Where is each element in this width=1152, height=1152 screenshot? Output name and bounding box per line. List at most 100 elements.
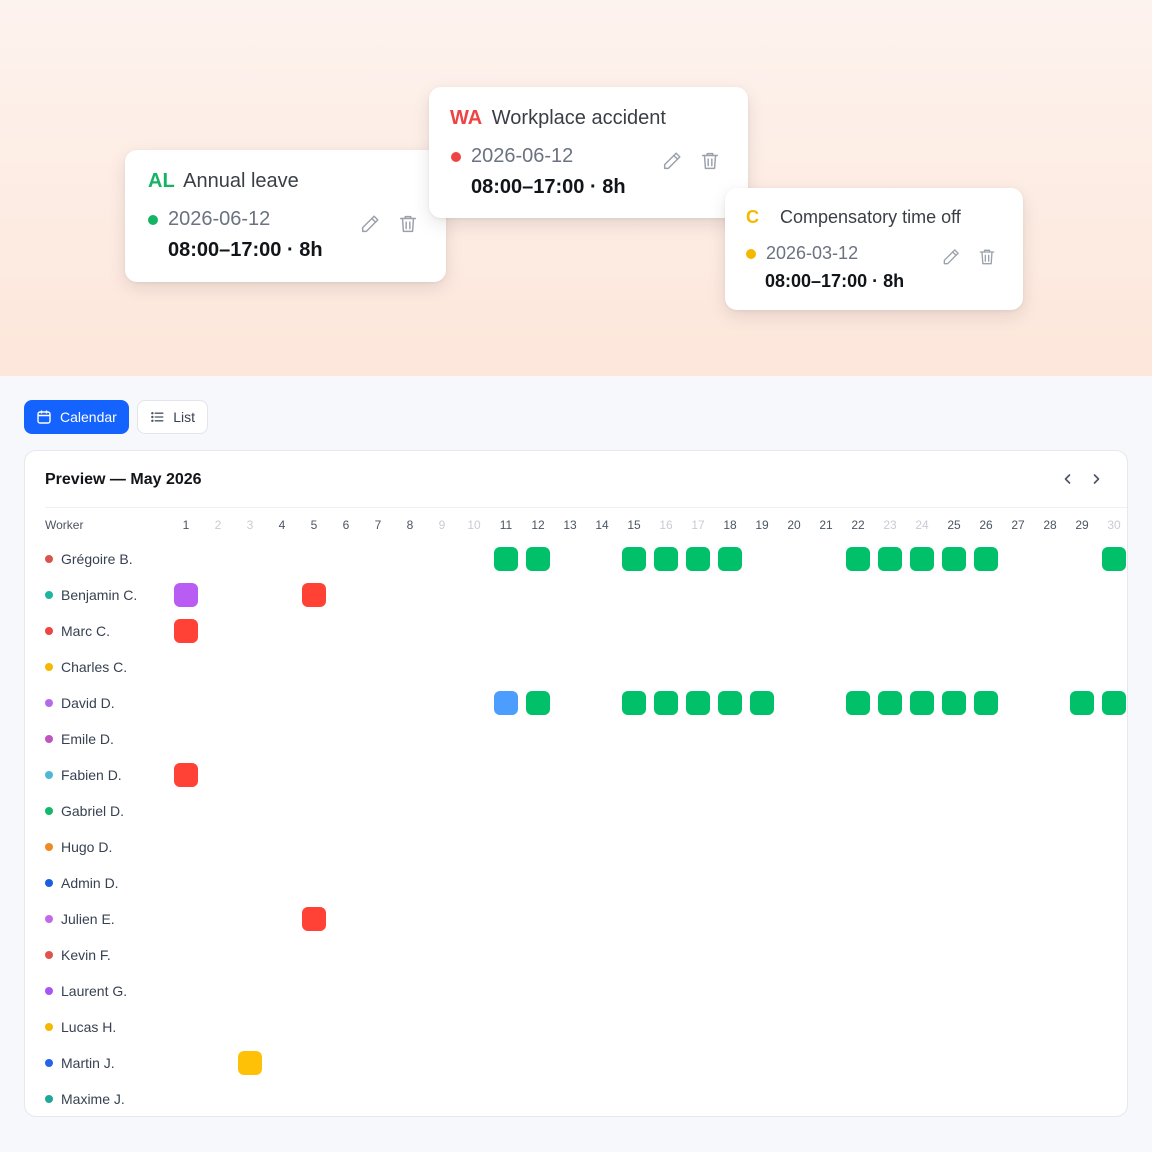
list-view-label: List [173, 409, 195, 425]
worker-row: Martin J. [25, 1045, 1127, 1081]
worker-row: Kevin F. [25, 937, 1127, 973]
day-label-13: 13 [563, 518, 577, 532]
absence-cell-day-24[interactable] [910, 691, 934, 715]
absence-cell-day-30[interactable] [1102, 547, 1126, 571]
chevron-right-icon[interactable] [1086, 469, 1106, 489]
chevron-left-icon[interactable] [1058, 469, 1078, 489]
day-label-16: 16 [659, 518, 673, 532]
absence-cell-day-11[interactable] [494, 547, 518, 571]
trash-icon[interactable] [699, 150, 721, 172]
worker-row: Fabien D. [25, 757, 1127, 793]
absence-cell-day-12[interactable] [526, 691, 550, 715]
absence-cell-day-12[interactable] [526, 547, 550, 571]
absence-cell-day-29[interactable] [1070, 691, 1094, 715]
worker-row: Marc C. [25, 613, 1127, 649]
day-label-22: 22 [851, 518, 865, 532]
absence-cell-day-16[interactable] [654, 547, 678, 571]
absence-cell-day-17[interactable] [686, 691, 710, 715]
worker-name: Grégoire B. [61, 551, 133, 567]
absence-code: AL [148, 170, 175, 192]
worker-color-dot [45, 951, 53, 959]
worker-color-dot [45, 1023, 53, 1031]
calendar-view-button[interactable]: Calendar [24, 400, 129, 434]
worker-color-dot [45, 879, 53, 887]
day-label-7: 7 [374, 518, 382, 532]
absence-cell-day-1[interactable] [174, 763, 198, 787]
worker-name: Hugo D. [61, 839, 113, 855]
worker-color-dot [45, 591, 53, 599]
absence-cell-day-3[interactable] [238, 1051, 262, 1075]
day-label-9: 9 [438, 518, 446, 532]
day-label-3: 3 [246, 518, 254, 532]
worker-name: Emile D. [61, 731, 114, 747]
absence-cell-day-22[interactable] [846, 691, 870, 715]
worker-color-dot [45, 627, 53, 635]
absence-cell-day-23[interactable] [878, 547, 902, 571]
worker-name: Marc C. [61, 623, 110, 639]
absence-cell-day-11[interactable] [494, 691, 518, 715]
worker-row: Charles C. [25, 649, 1127, 685]
pencil-icon[interactable] [941, 247, 961, 267]
absence-cell-day-25[interactable] [942, 547, 966, 571]
trash-icon[interactable] [977, 247, 997, 267]
absence-cell-day-26[interactable] [974, 691, 998, 715]
absence-cell-day-5[interactable] [302, 907, 326, 931]
absence-cell-day-18[interactable] [718, 547, 742, 571]
worker-name: Fabien D. [61, 767, 122, 783]
trash-icon[interactable] [397, 213, 419, 235]
day-label-11: 11 [499, 518, 513, 532]
day-label-5: 5 [310, 518, 318, 532]
day-label-18: 18 [723, 518, 737, 532]
absence-cell-day-22[interactable] [846, 547, 870, 571]
day-label-20: 20 [787, 518, 801, 532]
pencil-icon[interactable] [359, 213, 381, 235]
day-label-25: 25 [947, 518, 961, 532]
worker-row: Hugo D. [25, 829, 1127, 865]
absence-cell-day-1[interactable] [174, 619, 198, 643]
absence-cell-day-23[interactable] [878, 691, 902, 715]
day-label-4: 4 [278, 518, 286, 532]
worker-name: Maxime J. [61, 1091, 125, 1107]
absence-code: C [746, 207, 759, 227]
day-label-6: 6 [342, 518, 350, 532]
card-title: C Compensatory time off [746, 207, 961, 228]
absence-cell-day-26[interactable] [974, 547, 998, 571]
absence-cell-day-15[interactable] [622, 691, 646, 715]
day-label-12: 12 [531, 518, 545, 532]
pencil-icon[interactable] [661, 150, 683, 172]
worker-row: Laurent G. [25, 973, 1127, 1009]
absence-card-workplace-accident: WA Workplace accident 2026-06-12 08:00–1… [429, 87, 748, 218]
card-date: 2026-06-12 [451, 145, 573, 168]
worker-name: Charles C. [61, 659, 128, 675]
absence-cell-day-30[interactable] [1102, 691, 1126, 715]
worker-name: Martin J. [61, 1055, 115, 1071]
day-label-23: 23 [883, 518, 897, 532]
worker-name: Gabriel D. [61, 803, 125, 819]
absence-cell-day-1[interactable] [174, 583, 198, 607]
worker-color-dot [45, 699, 53, 707]
absence-cell-day-5[interactable] [302, 583, 326, 607]
worker-color-dot [45, 735, 53, 743]
worker-name: Benjamin C. [61, 587, 138, 603]
absence-cell-day-18[interactable] [718, 691, 742, 715]
absence-cell-day-24[interactable] [910, 547, 934, 571]
worker-row: Grégoire B. [25, 541, 1127, 577]
day-label-17: 17 [691, 518, 705, 532]
status-dot [148, 214, 158, 225]
calendar-icon [37, 410, 51, 424]
absence-cell-day-15[interactable] [622, 547, 646, 571]
status-dot [451, 151, 461, 162]
absence-cell-day-16[interactable] [654, 691, 678, 715]
worker-name: Julien E. [61, 911, 115, 927]
worker-name: Lucas H. [61, 1019, 117, 1035]
status-dot [746, 248, 756, 259]
day-label-15: 15 [627, 518, 641, 532]
absence-cell-day-19[interactable] [750, 691, 774, 715]
day-label-26: 26 [979, 518, 993, 532]
absence-cell-day-25[interactable] [942, 691, 966, 715]
list-view-button[interactable]: List [137, 400, 208, 434]
worker-row: Admin D. [25, 865, 1127, 901]
header-divider [45, 507, 1127, 508]
panel-title: Preview — May 2026 [45, 471, 202, 488]
absence-cell-day-17[interactable] [686, 547, 710, 571]
